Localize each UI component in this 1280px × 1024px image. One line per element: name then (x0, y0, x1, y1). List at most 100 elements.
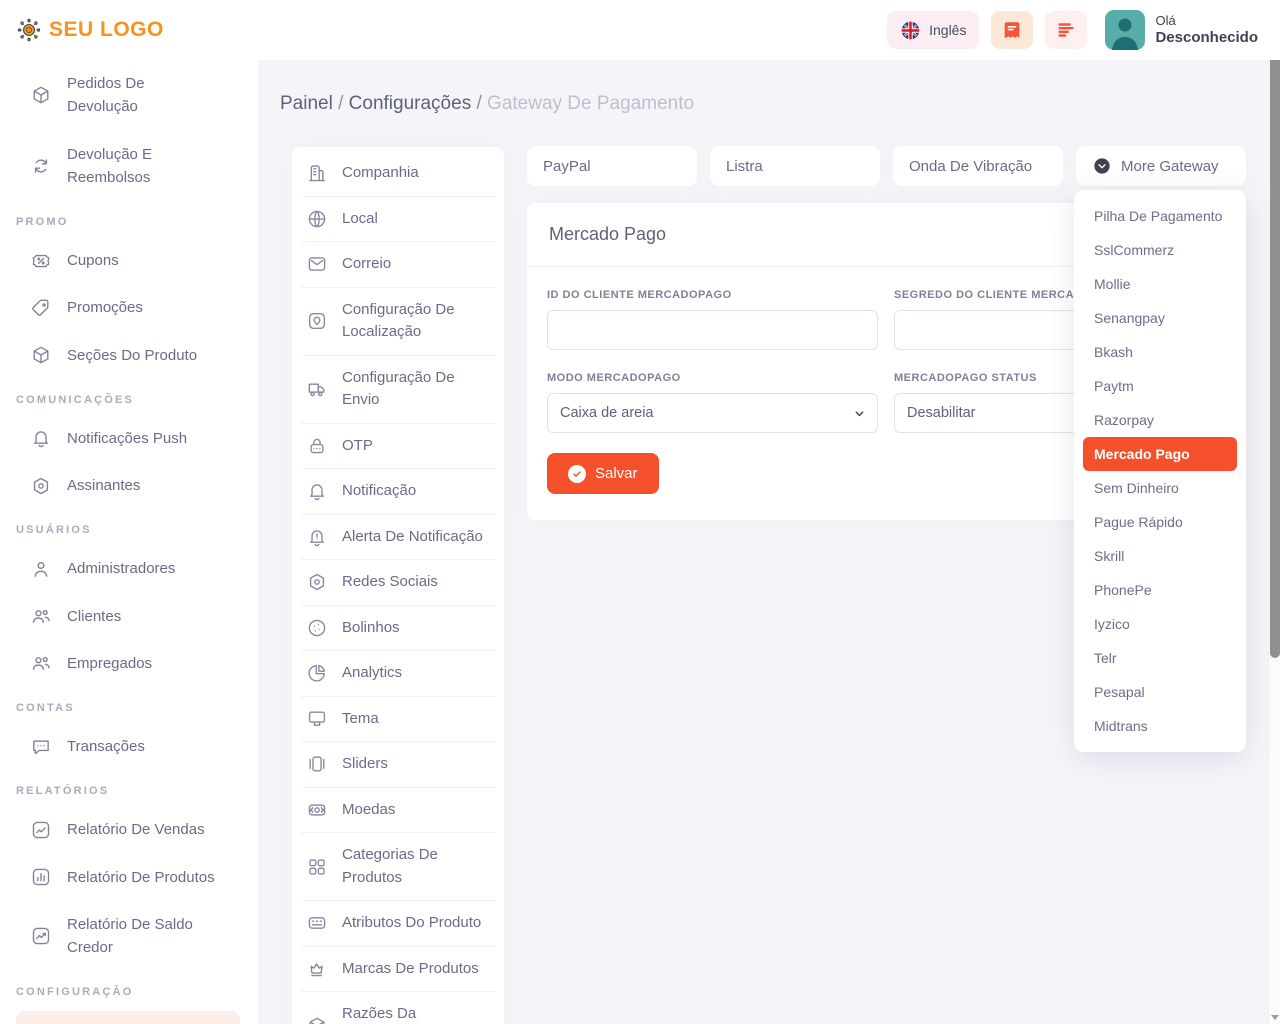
gateway-tab[interactable]: Listra (710, 146, 880, 186)
gateway-dropdown-item[interactable]: SslCommerz (1074, 233, 1246, 267)
gateway-tab[interactable]: PayPal (527, 146, 697, 186)
gateway-dropdown-item[interactable]: Midtrans (1074, 709, 1246, 743)
greeting: Olá (1155, 13, 1258, 29)
chart-bar-icon (30, 866, 52, 888)
pos-button[interactable] (991, 11, 1033, 49)
sidebar-item[interactable]: Promoções (0, 284, 258, 331)
settings-nav-item[interactable]: OTP (300, 423, 496, 469)
sidebar-item[interactable]: Transações (0, 723, 258, 770)
gateway-dropdown-item[interactable]: Pilha De Pagamento (1074, 199, 1246, 233)
settings-nav-item[interactable]: Configuração De Envio (300, 355, 496, 423)
sidebar-item-label: Devolução E Reembolsos (67, 143, 219, 190)
settings-nav-item[interactable]: Configuração De Localização (300, 287, 496, 355)
settings-nav-item[interactable]: Razões Da Devolução (300, 991, 496, 1024)
logo[interactable]: SEU LOGO (16, 17, 164, 43)
text-lines-icon (1055, 19, 1077, 41)
gateway-dropdown-item[interactable]: Telr (1074, 641, 1246, 675)
language-selector[interactable]: Inglês (887, 11, 979, 49)
sidebar-item[interactable]: Configurações (16, 1011, 240, 1024)
badge-icon (30, 475, 52, 497)
settings-nav-item[interactable]: Notificação (300, 468, 496, 514)
settings-nav-item-label: Marcas De Produtos (342, 958, 487, 981)
settings-nav-item[interactable]: Tema (300, 696, 496, 742)
client-id-input[interactable] (547, 310, 878, 350)
gateway-tab-label: Onda De Vibração (909, 158, 1032, 175)
language-label: Inglês (929, 22, 966, 38)
sidebar-section-label: CONFIGURAÇÃO (0, 971, 258, 1007)
trend-icon (30, 925, 52, 947)
settings-nav-item[interactable]: Moedas (300, 787, 496, 833)
more-gateway-dropdown: Pilha De Pagamento SslCommerz Mollie Sen… (1074, 190, 1246, 752)
gateway-tab[interactable]: Onda De Vibração (893, 146, 1063, 186)
settings-nav-item[interactable]: Bolinhos (300, 605, 496, 651)
sidebar-item[interactable]: Clientes (0, 593, 258, 640)
gateway-dropdown-item[interactable]: Iyzico (1074, 607, 1246, 641)
settings-nav-item[interactable]: Marcas De Produtos (300, 946, 496, 992)
page-scrollbar[interactable] (1268, 60, 1280, 1024)
settings-nav-item[interactable]: Companhia (300, 151, 496, 196)
breadcrumb-item[interactable]: Configurações (349, 93, 487, 114)
sidebar-section-label: USUÁRIOS (0, 509, 258, 545)
sidebar-item-label: Administradores (67, 557, 219, 580)
sidebar-item[interactable]: Seções Do Produto (0, 332, 258, 379)
gateway-dropdown-item[interactable]: Mollie (1074, 267, 1246, 301)
sidebar-item-label: Relatório De Saldo Credor (67, 913, 219, 960)
settings-nav-item[interactable]: Alerta De Notificação (300, 514, 496, 560)
sidebar-item[interactable]: Devolução E Reembolsos (0, 131, 258, 202)
sidebar-section-label: PROMO (0, 201, 258, 237)
gateway-dropdown-item[interactable]: Paytm (1074, 369, 1246, 403)
settings-nav-item[interactable]: Correio (300, 241, 496, 287)
chart-line-icon (30, 819, 52, 841)
breadcrumb: Painel Configurações Gateway De Pagament… (280, 93, 694, 115)
settings-nav-item[interactable]: Categorias De Produtos (300, 832, 496, 900)
gateway-dropdown-item[interactable]: Bkash (1074, 335, 1246, 369)
sidebar-item[interactable]: Cupons (0, 237, 258, 284)
save-button[interactable]: Salvar (547, 453, 659, 494)
user-menu[interactable]: Olá Desconhecido (1105, 10, 1258, 50)
settings-nav-item-label: OTP (342, 435, 487, 458)
sidebar-item[interactable]: Relatório De Produtos (0, 854, 258, 901)
building-icon (306, 162, 328, 184)
sidebar-item[interactable]: Administradores (0, 545, 258, 592)
sidebar-item[interactable]: Assinantes (0, 462, 258, 509)
status-select-value: Desabilitar (907, 405, 976, 421)
gateway-dropdown-item[interactable]: Razorpay (1074, 403, 1246, 437)
sidebar-item-label: Cupons (67, 249, 219, 272)
tag-icon (30, 297, 52, 319)
settings-nav-item[interactable]: Analytics (300, 650, 496, 696)
breadcrumb-item[interactable]: Gateway De Pagamento (487, 93, 694, 114)
sidebar-item[interactable]: Empregados (0, 640, 258, 687)
cube-icon (30, 344, 52, 366)
sidebar-item[interactable]: Relatório De Saldo Credor (0, 901, 258, 972)
sidebar-item-label: Pedidos De Devolução (67, 72, 219, 119)
settings-nav-item[interactable]: Sliders (300, 741, 496, 787)
sidebar-item-label: Assinantes (67, 474, 219, 497)
gateway-tab[interactable]: More Gateway (1076, 146, 1246, 186)
gateway-dropdown-item[interactable]: Pesapal (1074, 675, 1246, 709)
client-id-label: ID DO CLIENTE MERCADOPAGO (547, 289, 878, 301)
gateway-dropdown-item[interactable]: Sem Dinheiro (1074, 471, 1246, 505)
sidebar-item[interactable]: Relatório De Vendas (0, 806, 258, 853)
mail-icon (306, 253, 328, 275)
gateway-dropdown-item[interactable]: Pague Rápido (1074, 505, 1246, 539)
settings-nav-item[interactable]: Atributos Do Produto (300, 900, 496, 946)
gateway-dropdown-item[interactable]: Mercado Pago (1083, 437, 1237, 471)
return-box-icon (30, 84, 52, 106)
gateway-dropdown-item[interactable]: PhonePe (1074, 573, 1246, 607)
gateway-tab-label: PayPal (543, 158, 591, 175)
text-lines-button[interactable] (1045, 11, 1087, 49)
logo-text: SEU LOGO (49, 18, 164, 42)
scrollbar-down-arrow[interactable] (1271, 1015, 1279, 1020)
sidebar-item[interactable]: Notificações Push (0, 415, 258, 462)
settings-nav-item-label: Bolinhos (342, 617, 487, 640)
settings-nav-item[interactable]: Local (300, 196, 496, 242)
sidebar: Pedidos De Devolução Devolução E Reembol… (0, 60, 258, 1024)
scrollbar-thumb[interactable] (1270, 60, 1280, 658)
settings-nav-item[interactable]: Redes Sociais (300, 559, 496, 605)
settings-nav-item-label: Sliders (342, 753, 487, 776)
breadcrumb-item[interactable]: Painel (280, 93, 349, 114)
sidebar-item[interactable]: Pedidos De Devolução (0, 60, 258, 131)
gateway-dropdown-item[interactable]: Senangpay (1074, 301, 1246, 335)
mode-select[interactable]: Caixa de areia (547, 393, 878, 433)
gateway-dropdown-item[interactable]: Skrill (1074, 539, 1246, 573)
